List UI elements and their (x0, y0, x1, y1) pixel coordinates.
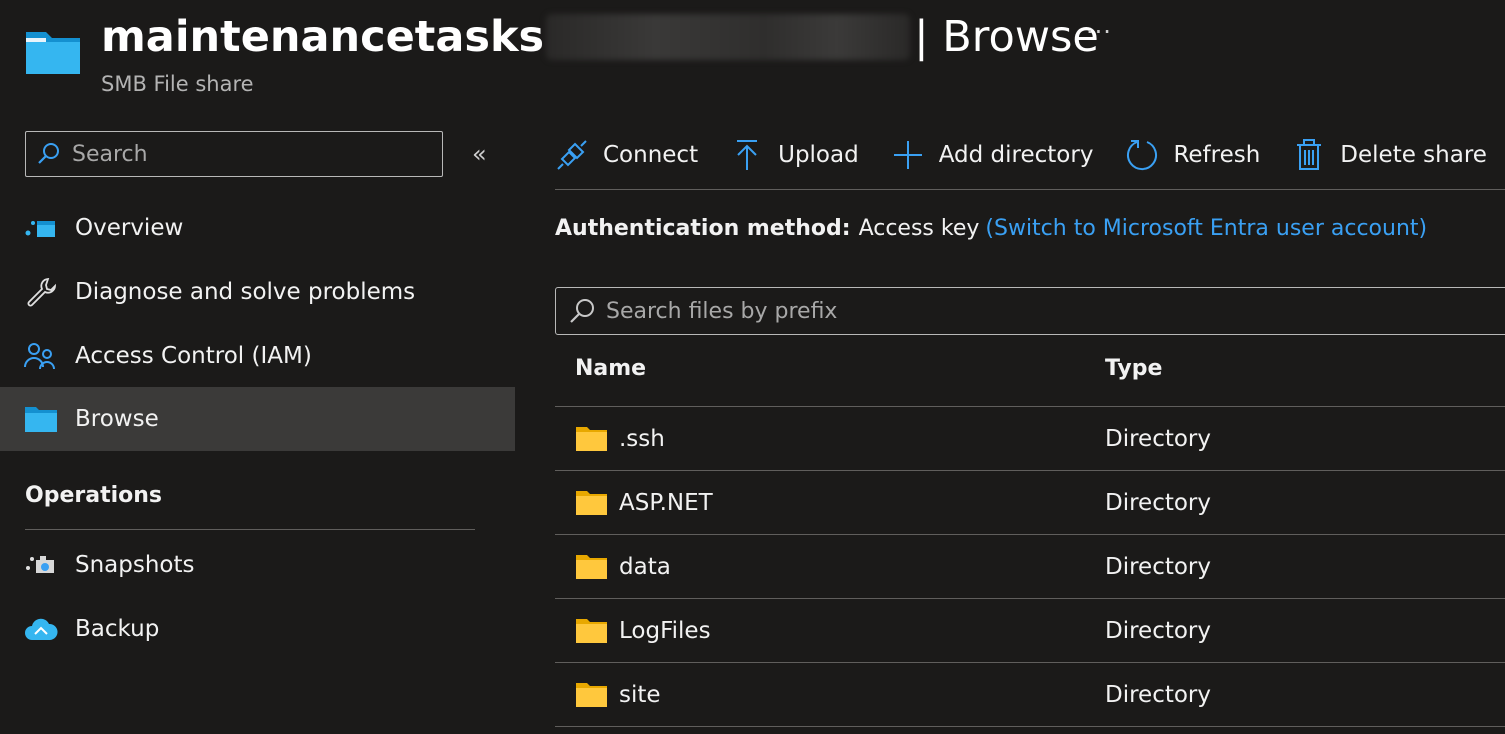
file-name-link[interactable]: ASP.NET (619, 490, 713, 516)
sidebar-item-backup[interactable]: Backup (0, 597, 515, 661)
sidebar-item-label: Snapshots (75, 552, 195, 578)
file-name-link[interactable]: LogFiles (619, 618, 711, 644)
file-name-cell: ASP.NET (575, 471, 713, 534)
folder-icon (24, 404, 58, 434)
plug-icon (555, 138, 589, 172)
authentication-method: Authentication method: Access key (Switch … (555, 216, 1427, 241)
file-name-link[interactable]: site (619, 682, 661, 708)
section-divider (25, 529, 475, 530)
file-name-link[interactable]: data (619, 554, 671, 580)
folder-icon (576, 682, 607, 707)
file-type-cell: Directory (1105, 617, 1212, 644)
sidebar-search-box (25, 131, 443, 177)
sidebar-item-label: Diagnose and solve problems (75, 279, 416, 305)
sidebar-item-label: Overview (75, 215, 184, 241)
folder-icon (576, 554, 607, 579)
file-share-folder-icon (24, 28, 82, 76)
table-row[interactable]: site Directory (555, 662, 1505, 726)
refresh-button[interactable]: Refresh (1125, 138, 1260, 172)
table-bottom-divider (555, 726, 1505, 727)
file-type-cell: Directory (1105, 425, 1212, 452)
page-title-section: | Browse (914, 12, 1099, 62)
auth-method-label: Authentication method: (555, 216, 851, 241)
sidebar-item-label: Browse (75, 406, 159, 432)
sidebar-item-snapshots[interactable]: Snapshots (0, 533, 515, 597)
folder-icon (576, 426, 607, 451)
toolbar-divider (555, 189, 1505, 190)
file-search-input[interactable] (606, 298, 1486, 324)
folder-icon (576, 618, 607, 643)
sidebar-item-browse[interactable]: Browse (0, 387, 515, 451)
switch-auth-link[interactable]: (Switch to Microsoft Entra user account) (985, 216, 1427, 241)
delete-share-label: Delete share (1340, 142, 1487, 168)
file-name-link[interactable]: .ssh (619, 426, 665, 452)
section-title-operations: Operations (25, 483, 162, 508)
more-options-button[interactable]: ··· (1086, 18, 1112, 46)
command-bar: Connect Upload Add directory Refresh Del… (555, 128, 1487, 182)
trash-icon (1292, 138, 1326, 172)
table-row[interactable]: ASP.NET Directory (555, 470, 1505, 534)
page-title: maintenancetasks | Browse (101, 8, 1099, 66)
people-icon (24, 341, 58, 371)
delete-share-button[interactable]: Delete share (1292, 138, 1487, 172)
file-type-cell: Directory (1105, 681, 1212, 708)
resource-type-subtitle: SMB File share (101, 72, 254, 96)
snapshot-icon (24, 550, 58, 580)
file-name-cell: .ssh (575, 407, 665, 470)
sidebar-item-label: Access Control (IAM) (75, 343, 312, 369)
file-name-cell: LogFiles (575, 599, 711, 662)
search-icon (568, 297, 596, 325)
search-icon (36, 141, 62, 167)
plus-icon (891, 138, 925, 172)
refresh-label: Refresh (1173, 142, 1261, 168)
auth-method-value: Access key (858, 216, 980, 241)
file-name-cell: site (575, 663, 661, 726)
sidebar-item-overview[interactable]: Overview (0, 196, 515, 260)
file-type-cell: Directory (1105, 553, 1212, 580)
sidebar-item-access-control[interactable]: Access Control (IAM) (0, 324, 515, 388)
add-directory-label: Add directory (938, 142, 1094, 168)
folder-icon (576, 490, 607, 515)
table-row[interactable]: .ssh Directory (555, 406, 1505, 470)
sidebar-item-label: Backup (75, 616, 160, 642)
table-row[interactable]: data Directory (555, 534, 1505, 598)
column-header-type[interactable]: Type (1105, 356, 1162, 381)
backup-cloud-icon (24, 614, 58, 644)
refresh-icon (1125, 138, 1159, 172)
redacted-name-suffix (546, 14, 911, 60)
upload-label: Upload (778, 142, 859, 168)
file-share-name: maintenancetasks (101, 12, 545, 62)
file-type-cell: Directory (1105, 489, 1212, 516)
upload-arrow-icon (730, 138, 764, 172)
file-name-cell: data (575, 535, 671, 598)
overview-icon (24, 213, 58, 243)
connect-label: Connect (603, 142, 699, 168)
wrench-icon (24, 277, 58, 307)
collapse-sidebar-button[interactable]: « (472, 140, 487, 168)
column-header-name[interactable]: Name (575, 356, 646, 381)
sidebar-search-input[interactable] (72, 141, 432, 167)
add-directory-button[interactable]: Add directory (891, 138, 1094, 172)
upload-button[interactable]: Upload (730, 138, 859, 172)
sidebar-item-diagnose[interactable]: Diagnose and solve problems (0, 260, 515, 324)
connect-button[interactable]: Connect (555, 138, 698, 172)
file-search-box (555, 287, 1505, 335)
table-row[interactable]: LogFiles Directory (555, 598, 1505, 662)
